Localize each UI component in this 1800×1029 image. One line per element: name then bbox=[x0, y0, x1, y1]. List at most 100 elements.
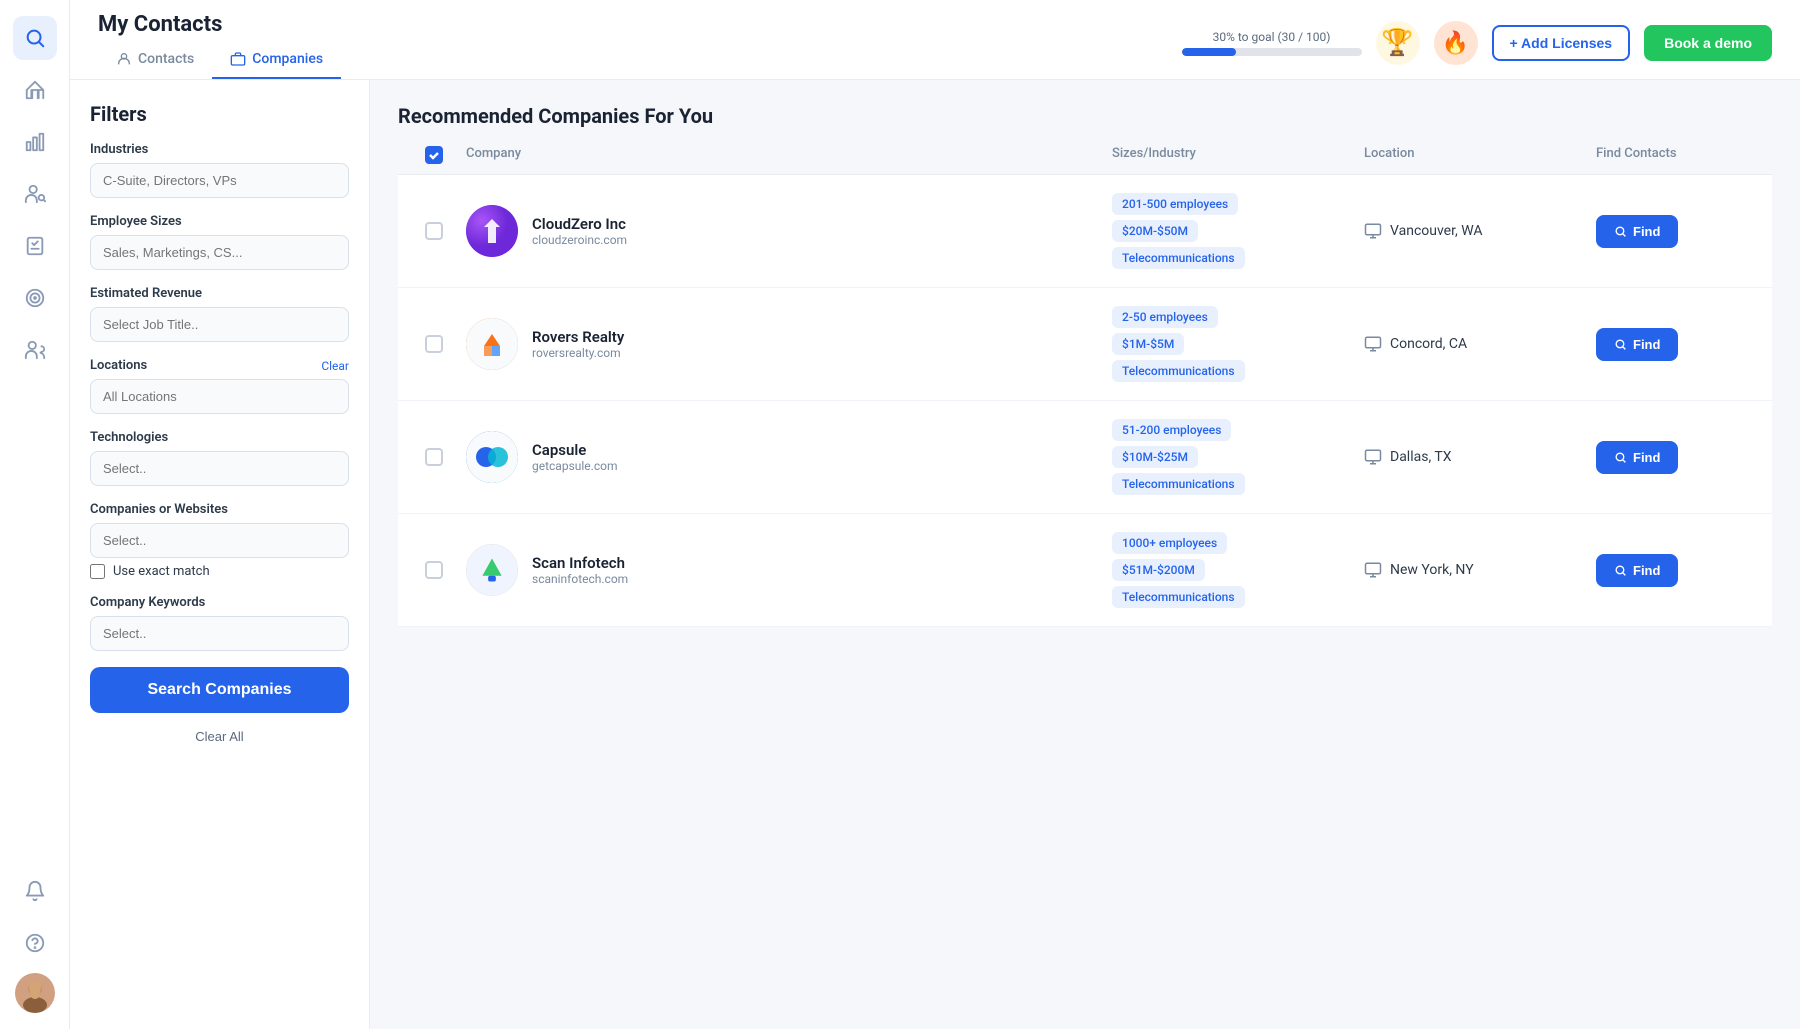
tab-companies[interactable]: Companies bbox=[212, 41, 341, 79]
tab-contacts[interactable]: Contacts bbox=[98, 41, 212, 79]
filter-companies-websites-label: Companies or Websites bbox=[90, 502, 349, 517]
progress-label: 30% to goal (30 / 100) bbox=[1213, 30, 1331, 44]
sidebar-search-icon[interactable] bbox=[13, 16, 57, 60]
company-domain-4: scaninfotech.com bbox=[532, 572, 628, 586]
sidebar-users-icon[interactable] bbox=[13, 328, 57, 372]
col-sizes-industry-header: Sizes/Industry bbox=[1112, 146, 1352, 164]
filter-locations-clear[interactable]: Clear bbox=[321, 359, 349, 373]
industries-input[interactable] bbox=[90, 163, 349, 198]
technologies-input[interactable] bbox=[90, 451, 349, 486]
clear-all-button[interactable]: Clear All bbox=[90, 729, 349, 744]
size-tag-3: 51-200 employees bbox=[1112, 419, 1231, 441]
revenue-tag-3: $10M-$25M bbox=[1112, 446, 1198, 468]
find-button-4[interactable]: Find bbox=[1596, 554, 1678, 587]
company-location-3: Dallas, TX bbox=[1364, 448, 1584, 466]
header: My Contacts Contacts Companies 30% to go… bbox=[70, 0, 1800, 80]
company-info-4: Scan Infotech scaninfotech.com bbox=[466, 544, 1100, 596]
filter-locations-label: Locations bbox=[90, 358, 147, 373]
industry-tag-3: Telecommunications bbox=[1112, 473, 1245, 495]
companies-area: Recommended Companies For You Company Si… bbox=[370, 80, 1800, 1029]
table-row: Capsule getcapsule.com 51-200 employees … bbox=[398, 401, 1772, 514]
row-checkbox-1[interactable] bbox=[425, 222, 443, 240]
search-companies-button[interactable]: Search Companies bbox=[90, 667, 349, 713]
revenue-tag-2: $1M-$5M bbox=[1112, 333, 1184, 355]
sidebar-home-icon[interactable] bbox=[13, 68, 57, 112]
filter-estimated-revenue: Estimated Revenue bbox=[90, 286, 349, 342]
trophy-button[interactable]: 🏆 bbox=[1376, 21, 1420, 65]
company-tags-2: 2-50 employees $1M-$5M Telecommunication… bbox=[1112, 306, 1352, 382]
header-left: My Contacts Contacts Companies bbox=[98, 12, 341, 79]
company-name-3: Capsule bbox=[532, 441, 617, 459]
book-demo-button[interactable]: Book a demo bbox=[1644, 25, 1772, 61]
add-licenses-button[interactable]: + Add Licenses bbox=[1492, 25, 1631, 61]
user-avatar[interactable] bbox=[15, 973, 55, 1013]
company-tags-1: 201-500 employees $20M-$50M Telecommunic… bbox=[1112, 193, 1352, 269]
section-title: Recommended Companies For You bbox=[398, 104, 1772, 128]
filter-technologies: Technologies bbox=[90, 430, 349, 486]
use-exact-match-checkbox[interactable] bbox=[90, 564, 105, 579]
size-tag-2: 2-50 employees bbox=[1112, 306, 1218, 328]
filter-locations: Locations Clear bbox=[90, 358, 349, 414]
estimated-revenue-input[interactable] bbox=[90, 307, 349, 342]
row-checkbox-4[interactable] bbox=[425, 561, 443, 579]
company-location-2: Concord, CA bbox=[1364, 335, 1584, 353]
company-domain-1: cloudzeroinc.com bbox=[532, 233, 627, 247]
sidebar-people-search-icon[interactable] bbox=[13, 172, 57, 216]
use-exact-match-row: Use exact match bbox=[90, 564, 349, 579]
location-icon bbox=[1364, 222, 1382, 240]
page-title: My Contacts bbox=[98, 12, 341, 37]
employee-sizes-input[interactable] bbox=[90, 235, 349, 270]
size-tag-1: 201-500 employees bbox=[1112, 193, 1238, 215]
company-name-4: Scan Infotech bbox=[532, 554, 628, 572]
progress-bar-background bbox=[1182, 48, 1362, 56]
select-all-checkbox[interactable] bbox=[425, 146, 443, 164]
fire-button[interactable]: 🔥 bbox=[1434, 21, 1478, 65]
filter-employee-sizes-label: Employee Sizes bbox=[90, 214, 349, 229]
location-icon bbox=[1364, 561, 1382, 579]
company-logo-3 bbox=[466, 431, 518, 483]
company-info-2: Rovers Realty roversrealty.com bbox=[466, 318, 1100, 370]
filter-company-keywords-label: Company Keywords bbox=[90, 595, 349, 610]
row-checkbox-3[interactable] bbox=[425, 448, 443, 466]
filter-company-keywords: Company Keywords bbox=[90, 595, 349, 651]
sidebar-chart-icon[interactable] bbox=[13, 120, 57, 164]
table-row: CloudZero Inc cloudzeroinc.com 201-500 e… bbox=[398, 175, 1772, 288]
location-icon bbox=[1364, 335, 1382, 353]
table-header: Company Sizes/Industry Location Find Con… bbox=[398, 146, 1772, 175]
company-name-2: Rovers Realty bbox=[532, 328, 624, 346]
company-logo-1 bbox=[466, 205, 518, 257]
company-tags-3: 51-200 employees $10M-$25M Telecommunica… bbox=[1112, 419, 1352, 495]
company-info-3: Capsule getcapsule.com bbox=[466, 431, 1100, 483]
col-company-header: Company bbox=[466, 146, 1100, 164]
company-keywords-input[interactable] bbox=[90, 616, 349, 651]
find-button-2[interactable]: Find bbox=[1596, 328, 1678, 361]
tab-bar: Contacts Companies bbox=[98, 41, 341, 79]
company-info-1: CloudZero Inc cloudzeroinc.com bbox=[466, 205, 1100, 257]
body: Filters Industries Employee Sizes Estima… bbox=[70, 80, 1800, 1029]
company-name-1: CloudZero Inc bbox=[532, 215, 627, 233]
table-row: Rovers Realty roversrealty.com 2-50 empl… bbox=[398, 288, 1772, 401]
row-checkbox-2[interactable] bbox=[425, 335, 443, 353]
industry-tag-4: Telecommunications bbox=[1112, 586, 1245, 608]
companies-websites-input[interactable] bbox=[90, 523, 349, 558]
sidebar-bell-icon[interactable] bbox=[13, 869, 57, 913]
use-exact-match-label: Use exact match bbox=[113, 564, 210, 579]
industry-tag-2: Telecommunications bbox=[1112, 360, 1245, 382]
progress-bar-fill bbox=[1182, 48, 1236, 56]
revenue-tag-4: $51M-$200M bbox=[1112, 559, 1205, 581]
company-logo-2 bbox=[466, 318, 518, 370]
find-button-1[interactable]: Find bbox=[1596, 215, 1678, 248]
filter-estimated-revenue-label: Estimated Revenue bbox=[90, 286, 349, 301]
filter-companies-websites: Companies or Websites Use exact match bbox=[90, 502, 349, 579]
industry-tag-1: Telecommunications bbox=[1112, 247, 1245, 269]
sidebar-target-icon[interactable] bbox=[13, 276, 57, 320]
filters-title: Filters bbox=[90, 102, 349, 126]
location-icon bbox=[1364, 448, 1382, 466]
locations-input[interactable] bbox=[90, 379, 349, 414]
find-button-3[interactable]: Find bbox=[1596, 441, 1678, 474]
table-row: Scan Infotech scaninfotech.com 1000+ emp… bbox=[398, 514, 1772, 627]
sidebar-help-icon[interactable] bbox=[13, 921, 57, 965]
progress-section: 30% to goal (30 / 100) bbox=[1182, 30, 1362, 56]
sidebar-checklist-icon[interactable] bbox=[13, 224, 57, 268]
company-domain-2: roversrealty.com bbox=[532, 346, 624, 360]
